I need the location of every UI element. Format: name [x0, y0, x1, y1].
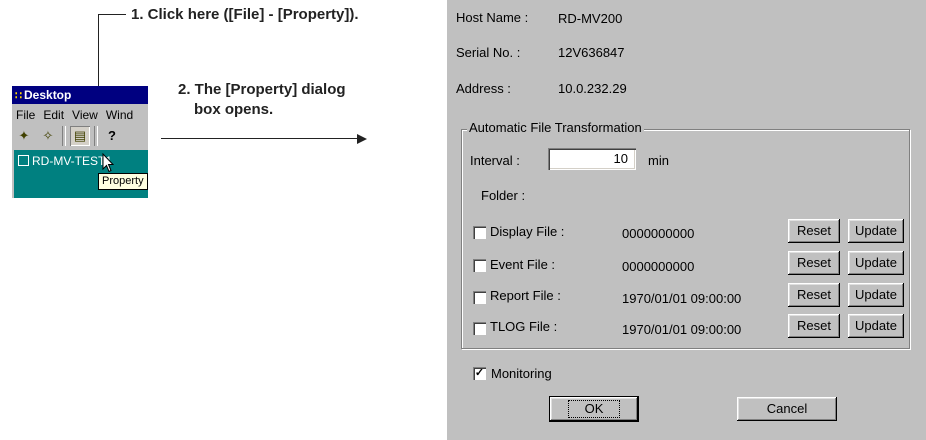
interval-label: Interval :: [470, 153, 520, 168]
device-checkbox[interactable]: [18, 155, 29, 166]
folder-label: Folder :: [481, 188, 526, 203]
mouse-pointer-icon: [102, 153, 114, 173]
display-file-checkbox[interactable]: [473, 226, 486, 239]
address-label: Address :: [456, 81, 511, 96]
interval-input[interactable]: 10: [548, 148, 636, 170]
report-file-update-button[interactable]: Update: [848, 283, 904, 307]
event-file-label: Event File :: [490, 257, 556, 272]
serial-no-label: Serial No. :: [456, 45, 521, 60]
tlog-file-value: 1970/01/01 09:00:00: [622, 322, 742, 337]
step2-arrow-head: [357, 134, 367, 144]
step2-arrow-line: [161, 138, 358, 139]
desktop-menu-bar: File Edit View Wind: [12, 106, 137, 124]
tlog-file-checkbox[interactable]: [473, 322, 486, 335]
event-file-update-button[interactable]: Update: [848, 251, 904, 275]
tlog-file-reset-button[interactable]: Reset: [788, 314, 840, 338]
step2-line1: 2. The [Property] dialog: [178, 81, 346, 98]
display-file-value: 0000000000: [622, 226, 695, 241]
cancel-button[interactable]: Cancel: [737, 397, 837, 421]
report-file-label: Report File :: [490, 288, 561, 303]
open-icon[interactable]: ✧: [38, 126, 58, 146]
device-list-item[interactable]: RD-MV-TEST1: [18, 154, 112, 168]
property-tooltip: Property: [98, 173, 148, 190]
interval-unit: min: [648, 153, 669, 168]
report-file-value: 1970/01/01 09:00:00: [622, 291, 742, 306]
display-file-update-button[interactable]: Update: [848, 219, 904, 243]
menu-edit[interactable]: Edit: [43, 108, 64, 122]
step1-instruction: 1. Click here ([File] - [Property]).: [131, 6, 359, 23]
address-value: 10.0.232.29: [558, 81, 627, 96]
menu-window[interactable]: Wind: [106, 108, 133, 122]
new-icon[interactable]: ✦: [14, 126, 34, 146]
desktop-title-bar: ∷ Desktop: [12, 86, 148, 104]
event-file-reset-button[interactable]: Reset: [788, 251, 840, 275]
monitoring-checkbox[interactable]: ✓: [473, 367, 486, 380]
host-name-value: RD-MV200: [558, 11, 623, 26]
tlog-file-label: TLOG File :: [490, 319, 558, 334]
auto-transform-group-title: Automatic File Transformation: [467, 120, 644, 135]
app-icon: ∷: [15, 90, 22, 102]
step1-leader-horizontal: [98, 14, 126, 15]
check-mark-icon: ✓: [474, 367, 485, 379]
display-file-label: Display File :: [490, 224, 565, 239]
monitoring-label: Monitoring: [491, 366, 552, 381]
property-dialog: Host Name : RD-MV200 Serial No. : 12V636…: [447, 0, 926, 440]
host-name-label: Host Name :: [456, 10, 529, 25]
desktop-title: Desktop: [24, 88, 72, 102]
help-icon[interactable]: ?: [102, 126, 122, 146]
ok-label: OK: [567, 400, 621, 418]
serial-no-value: 12V636847: [558, 45, 625, 60]
event-file-checkbox[interactable]: [473, 259, 486, 272]
event-file-value: 0000000000: [622, 259, 695, 274]
report-file-reset-button[interactable]: Reset: [788, 283, 840, 307]
menu-view[interactable]: View: [72, 108, 98, 122]
device-name: RD-MV-TEST1: [32, 154, 113, 168]
toolbar-separator: [62, 126, 66, 146]
step2-line2: box opens.: [194, 101, 274, 118]
tlog-file-update-button[interactable]: Update: [848, 314, 904, 338]
report-file-checkbox[interactable]: [473, 291, 486, 304]
desktop-toolbar: ✦ ✧ ▤?: [14, 126, 126, 148]
toolbar-separator: [94, 126, 98, 146]
ok-button[interactable]: OK: [550, 397, 638, 421]
step2-instruction: 2. The [Property] dialog box opens.: [178, 80, 346, 120]
display-file-reset-button[interactable]: Reset: [788, 219, 840, 243]
property-icon[interactable]: ▤: [70, 126, 90, 146]
menu-file[interactable]: File: [16, 108, 35, 122]
